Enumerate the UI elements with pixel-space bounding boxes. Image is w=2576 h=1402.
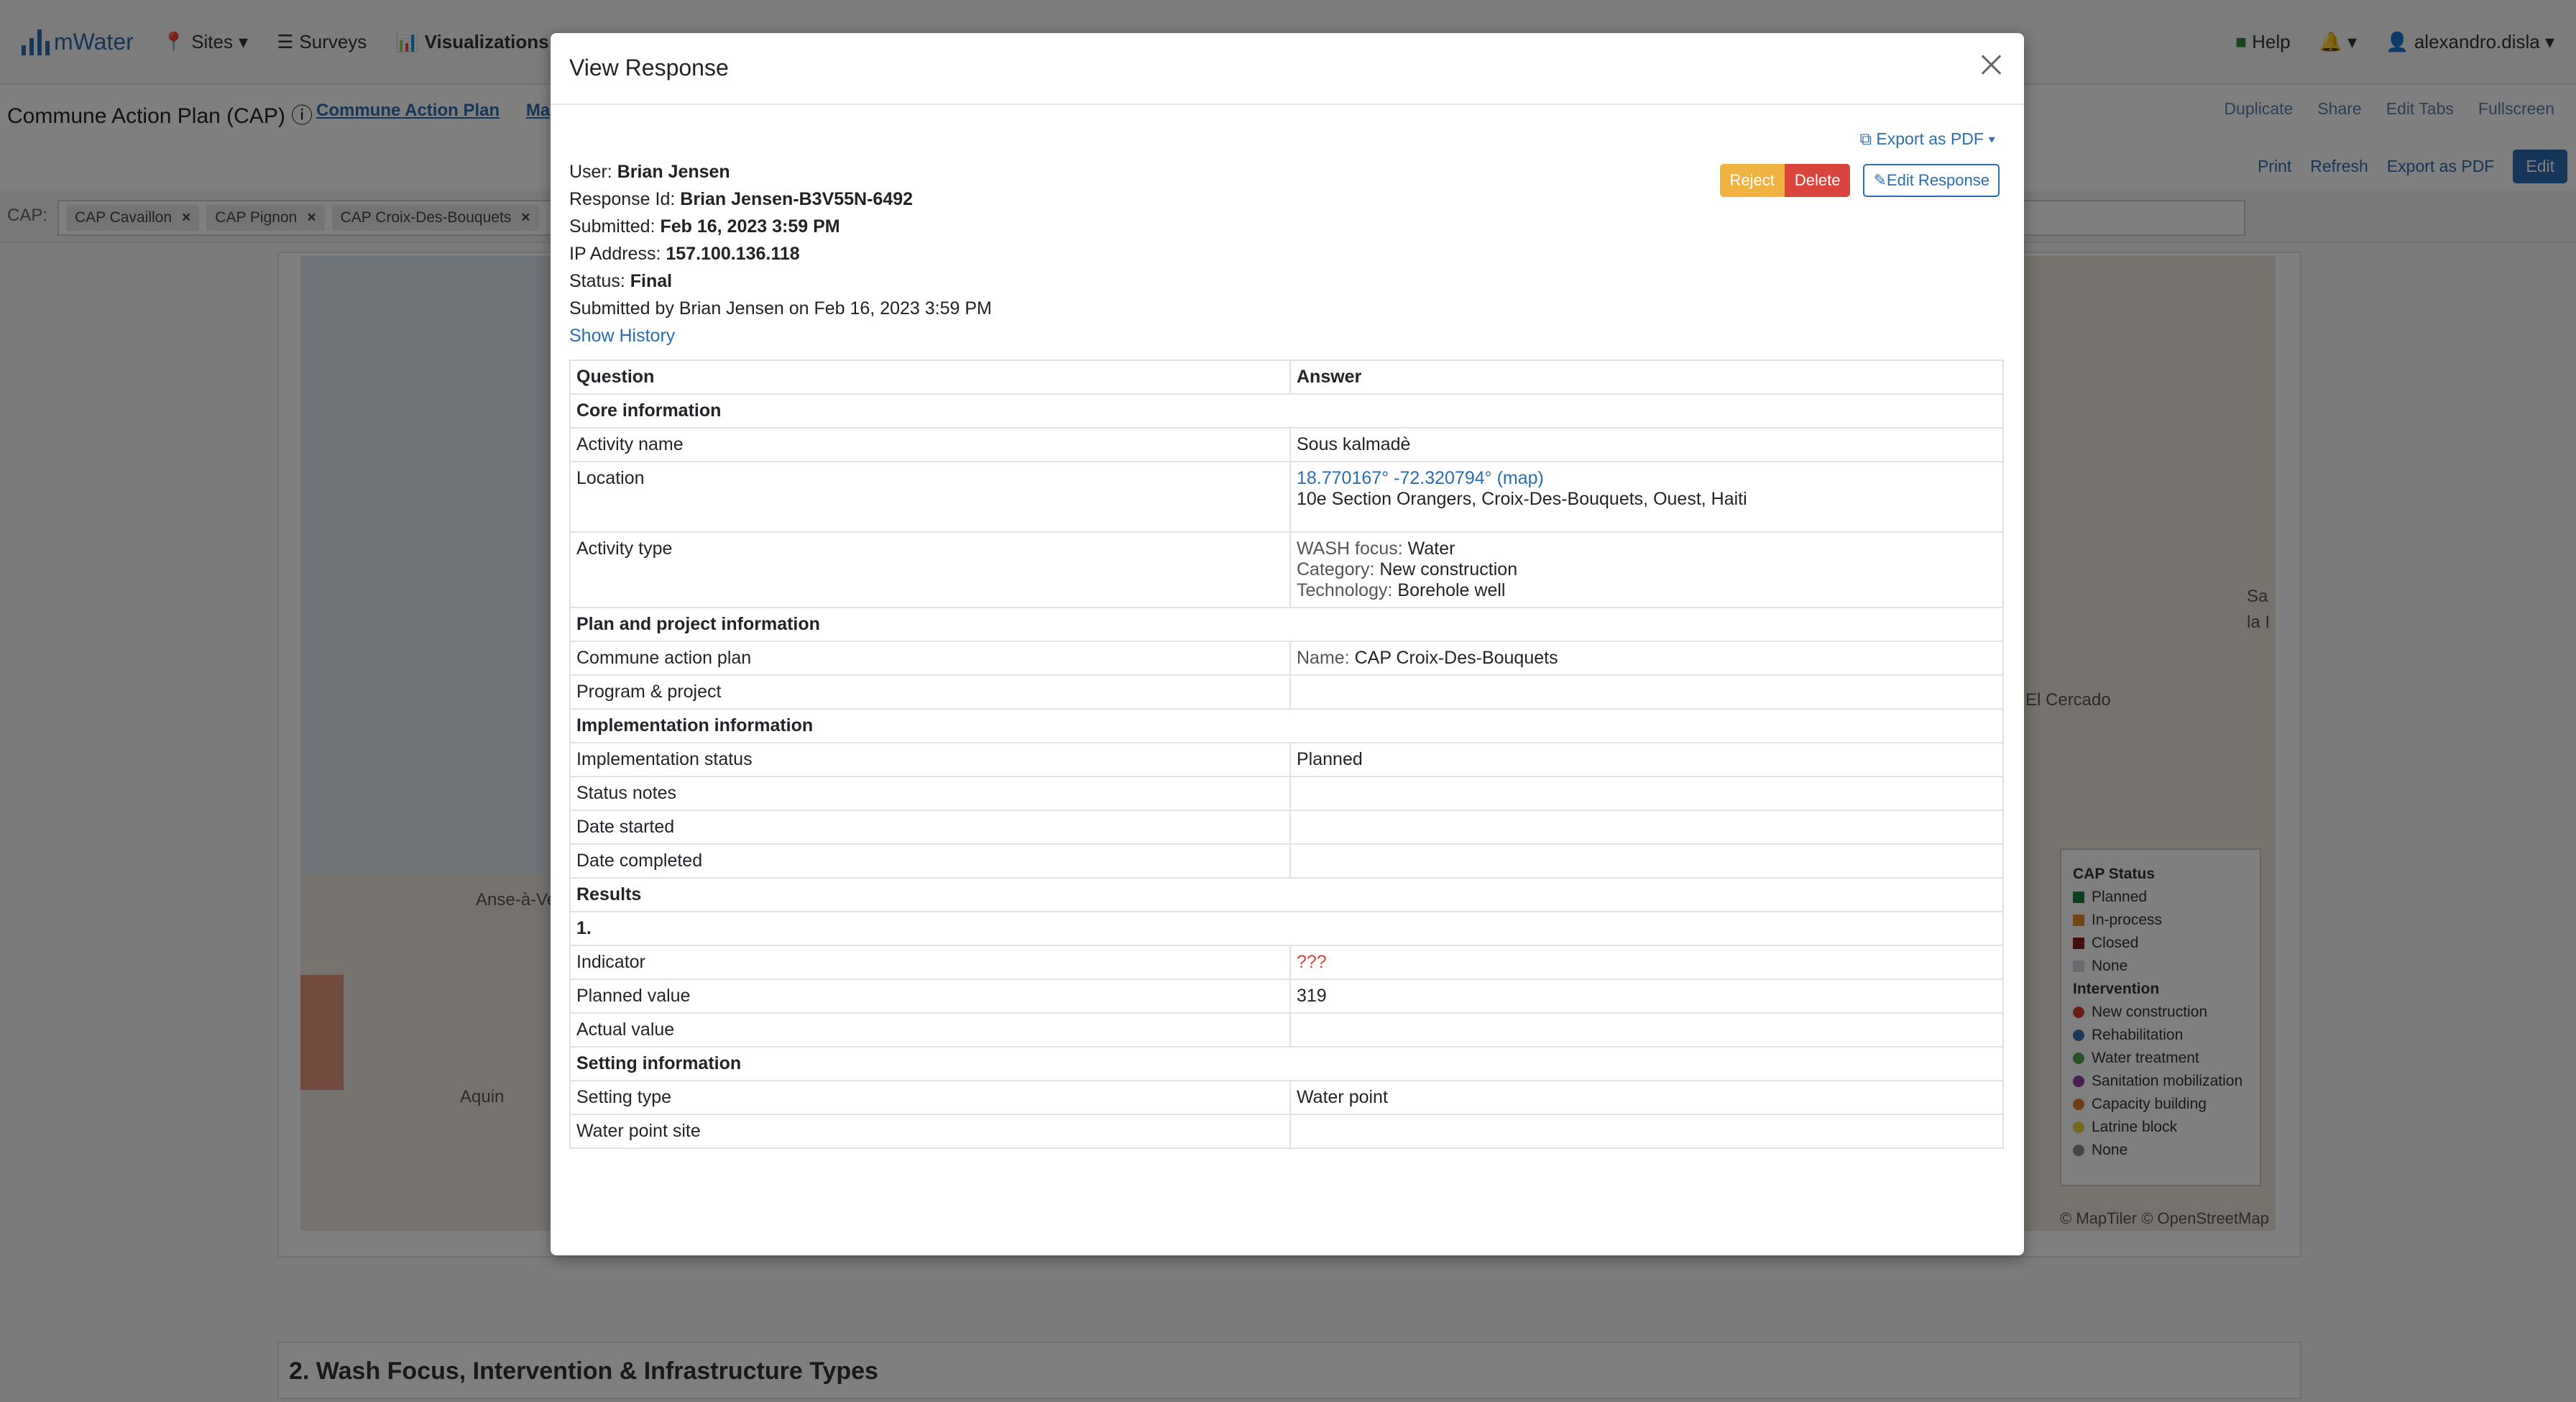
table-row: Actual value xyxy=(569,1012,2004,1048)
location-address: 10e Section Orangers, Croix-Des-Bouquets… xyxy=(1297,489,1747,509)
meta-response-id: Response Id: Brian Jensen-B3V55N-6492 xyxy=(569,189,914,209)
table-row: Commune action plan Name: CAP Croix-Des-… xyxy=(569,641,2004,676)
modal-title: View Response xyxy=(569,55,729,81)
category: Category: New construction xyxy=(1297,559,1518,579)
meta-user: User: Brian Jensen xyxy=(569,162,730,182)
show-history-link[interactable]: Show History xyxy=(569,326,675,346)
section-row: Plan and project information xyxy=(569,607,2004,642)
section-row: 1. xyxy=(569,911,2004,946)
wash-focus: WASH focus: Water xyxy=(1297,539,1455,559)
response-table: Question Answer Core information Activit… xyxy=(569,359,2004,1149)
table-row: Location 18.770167° -72.320794° (map) 10e… xyxy=(569,461,2004,533)
meta-status: Status: Final xyxy=(569,271,673,291)
edit-response-button[interactable]: ✎Edit Response xyxy=(1863,164,2000,197)
table-row: Activity type WASH focus: Water Category… xyxy=(569,531,2004,608)
response-metadata: User: Brian Jensen Response Id: Brian Je… xyxy=(569,158,992,349)
delete-button[interactable]: Delete xyxy=(1784,164,1851,197)
reject-button[interactable]: Reject xyxy=(1719,164,1785,197)
close-icon[interactable] xyxy=(1977,50,2005,79)
modal-header: View Response xyxy=(551,33,2024,105)
table-row: Planned value 319 xyxy=(569,979,2004,1014)
column-header-question: Question xyxy=(569,359,1291,395)
meta-submitted-by: Submitted by Brian Jensen on Feb 16, 202… xyxy=(569,298,992,319)
technology: Technology: Borehole well xyxy=(1297,580,1506,600)
table-header-row: Question Answer xyxy=(569,359,2004,395)
table-row: Date completed xyxy=(569,843,2004,879)
table-row: Program & project xyxy=(569,674,2004,710)
export-as-pdf-dropdown[interactable]: ⧉ Export as PDF ▾ xyxy=(1860,129,1995,149)
edit-icon: ✎ xyxy=(1873,171,1887,189)
column-header-answer: Answer xyxy=(1289,359,2004,395)
meta-submitted: Submitted: Feb 16, 2023 3:59 PM xyxy=(569,216,840,237)
section-row: Implementation information xyxy=(569,708,2004,743)
table-row: Activity name Sous kalmadè xyxy=(569,427,2004,462)
external-link-icon: ⧉ xyxy=(1859,129,1872,148)
table-row: Setting type Water point xyxy=(569,1080,2004,1115)
table-row: Status notes xyxy=(569,776,2004,811)
response-actions: Reject Delete ✎Edit Response xyxy=(1719,164,2000,197)
table-row: Implementation status Planned xyxy=(569,742,2004,777)
section-row: Core information xyxy=(569,393,2004,429)
meta-ip-address: IP Address: 157.100.136.118 xyxy=(569,244,800,264)
section-row: Results xyxy=(569,877,2004,912)
section-row: Setting information xyxy=(569,1046,2004,1081)
location-map-link[interactable]: 18.770167° -72.320794° (map) xyxy=(1297,468,1997,489)
table-row: Date started xyxy=(569,810,2004,845)
table-row: Indicator ??? xyxy=(569,945,2004,980)
table-row: Water point site xyxy=(569,1114,2004,1149)
view-response-modal: View Response ⧉ Export as PDF ▾ Reject D… xyxy=(551,33,2024,1255)
